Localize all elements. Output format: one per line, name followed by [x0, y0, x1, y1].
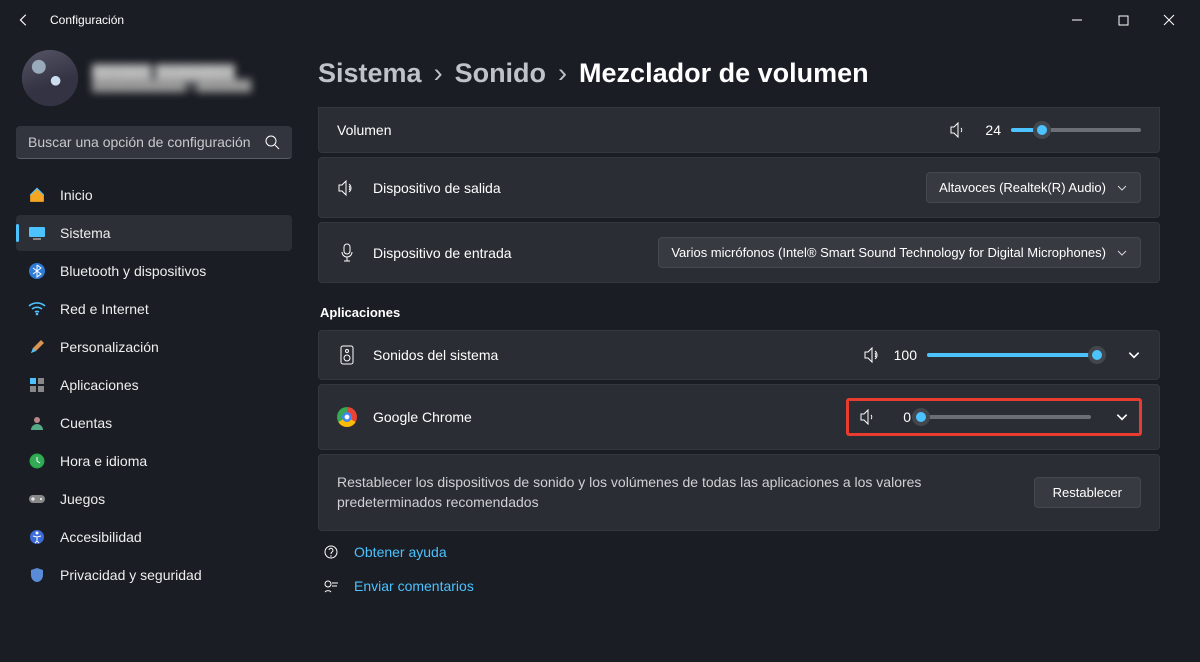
system-sounds-slider[interactable] — [927, 353, 1097, 357]
nav-bluetooth[interactable]: Bluetooth y dispositivos — [16, 253, 292, 289]
nav-label: Sistema — [60, 225, 111, 241]
chevron-right-icon: › — [558, 58, 567, 89]
chrome-volume-row: 0 — [847, 399, 1141, 435]
chrome-value: 0 — [887, 409, 911, 425]
system-sounds-label: Sonidos del sistema — [373, 347, 498, 363]
nav-privacy[interactable]: Privacidad y seguridad — [16, 557, 292, 593]
input-value: Varios micrófonos (Intel® Smart Sound Te… — [671, 245, 1106, 260]
nav-label: Personalización — [60, 339, 159, 355]
gamepad-icon — [28, 490, 46, 508]
nav-home[interactable]: Inicio — [16, 177, 292, 213]
nav-personalization[interactable]: Personalización — [16, 329, 292, 365]
get-help-label: Obtener ayuda — [354, 544, 447, 560]
volume-card: Volumen 24 — [318, 107, 1160, 153]
bluetooth-icon — [28, 262, 46, 280]
system-sounds-value: 100 — [893, 347, 917, 363]
nav: Inicio Sistema Bluetooth y dispositivos … — [16, 177, 292, 593]
window-title: Configuración — [50, 13, 124, 27]
shield-icon — [28, 566, 46, 584]
search-box[interactable] — [16, 126, 292, 159]
chrome-icon — [337, 407, 357, 427]
nav-label: Hora e idioma — [60, 453, 147, 469]
nav-time[interactable]: Hora e idioma — [16, 443, 292, 479]
breadcrumb: Sistema › Sonido › Mezclador de volumen — [318, 58, 1160, 89]
titlebar: Configuración — [0, 0, 1200, 40]
output-label: Dispositivo de salida — [373, 180, 501, 196]
breadcrumb-sound[interactable]: Sonido — [455, 58, 546, 89]
output-device-card[interactable]: Dispositivo de salida Altavoces (Realtek… — [318, 157, 1160, 218]
profile-name: ██████ ████████ ████████████@███████ — [92, 64, 251, 92]
chrome-card: Google Chrome 0 — [318, 384, 1160, 450]
help-icon — [322, 543, 340, 561]
breadcrumb-current: Mezclador de volumen — [579, 58, 869, 89]
clock-icon — [28, 452, 46, 470]
search-input[interactable] — [28, 134, 264, 150]
speaker-device-icon — [337, 345, 357, 365]
chrome-label: Google Chrome — [373, 409, 472, 425]
nav-label: Aplicaciones — [60, 377, 139, 393]
input-dropdown[interactable]: Varios micrófonos (Intel® Smart Sound Te… — [658, 237, 1141, 268]
output-dropdown[interactable]: Altavoces (Realtek(R) Audio) — [926, 172, 1141, 203]
output-value: Altavoces (Realtek(R) Audio) — [939, 180, 1106, 195]
paintbrush-icon — [28, 338, 46, 356]
nav-label: Juegos — [60, 491, 105, 507]
back-button[interactable] — [8, 4, 40, 36]
nav-label: Red e Internet — [60, 301, 149, 317]
volume-slider[interactable] — [1011, 128, 1141, 132]
expand-button[interactable] — [1127, 348, 1141, 362]
accessibility-icon — [28, 528, 46, 546]
nav-label: Privacidad y seguridad — [60, 567, 202, 583]
microphone-icon — [337, 243, 357, 263]
reset-card: Restablecer los dispositivos de sonido y… — [318, 454, 1160, 531]
speaker-muted-icon[interactable] — [859, 409, 877, 425]
apps-section-title: Aplicaciones — [320, 305, 1160, 320]
wifi-icon — [28, 300, 46, 318]
nav-gaming[interactable]: Juegos — [16, 481, 292, 517]
system-sounds-card: Sonidos del sistema 100 — [318, 330, 1160, 380]
nav-accounts[interactable]: Cuentas — [16, 405, 292, 441]
apps-icon — [28, 376, 46, 394]
volume-label: Volumen — [337, 122, 391, 138]
chrome-slider[interactable] — [921, 415, 1091, 419]
nav-label: Bluetooth y dispositivos — [60, 263, 206, 279]
main-content: Sistema › Sonido › Mezclador de volumen … — [300, 40, 1200, 662]
avatar — [22, 50, 78, 106]
feedback-icon — [322, 577, 340, 595]
speaker-low-icon[interactable] — [949, 122, 967, 138]
maximize-button[interactable] — [1100, 4, 1146, 36]
system-icon — [28, 224, 46, 242]
reset-button[interactable]: Restablecer — [1034, 477, 1141, 508]
breadcrumb-system[interactable]: Sistema — [318, 58, 422, 89]
home-icon — [28, 186, 46, 204]
nav-accessibility[interactable]: Accesibilidad — [16, 519, 292, 555]
nav-label: Inicio — [60, 187, 93, 203]
close-button[interactable] — [1146, 4, 1192, 36]
speaker-icon — [337, 180, 357, 196]
reset-text: Restablecer los dispositivos de sonido y… — [337, 473, 937, 512]
volume-value: 24 — [977, 122, 1001, 138]
nav-apps[interactable]: Aplicaciones — [16, 367, 292, 403]
feedback-link[interactable]: Enviar comentarios — [318, 569, 1160, 603]
search-icon — [264, 134, 280, 150]
get-help-link[interactable]: Obtener ayuda — [318, 535, 1160, 569]
sidebar: ██████ ████████ ████████████@███████ Ini… — [0, 40, 300, 662]
nav-label: Cuentas — [60, 415, 112, 431]
input-label: Dispositivo de entrada — [373, 245, 512, 261]
chevron-down-icon — [1116, 247, 1128, 259]
chevron-right-icon: › — [434, 58, 443, 89]
profile[interactable]: ██████ ████████ ████████████@███████ — [16, 40, 292, 126]
minimize-button[interactable] — [1054, 4, 1100, 36]
expand-button[interactable] — [1115, 410, 1129, 424]
nav-network[interactable]: Red e Internet — [16, 291, 292, 327]
input-device-card[interactable]: Dispositivo de entrada Varios micrófonos… — [318, 222, 1160, 283]
chevron-down-icon — [1116, 182, 1128, 194]
nav-label: Accesibilidad — [60, 529, 142, 545]
nav-system[interactable]: Sistema — [16, 215, 292, 251]
person-icon — [28, 414, 46, 432]
speaker-icon[interactable] — [863, 347, 883, 363]
feedback-label: Enviar comentarios — [354, 578, 474, 594]
